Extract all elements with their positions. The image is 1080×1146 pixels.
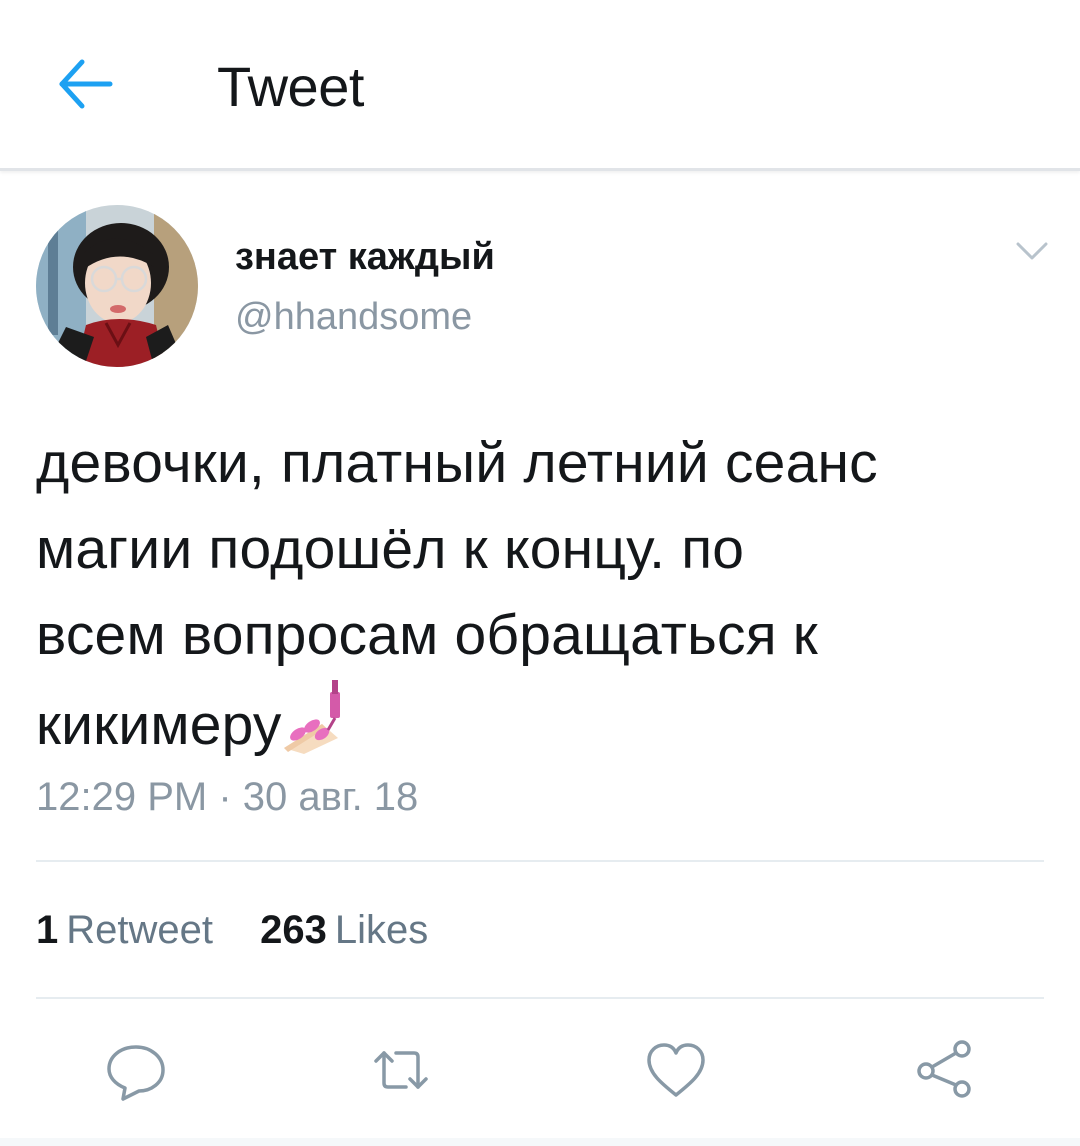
share-button[interactable] (910, 1035, 980, 1105)
tweet-text: девочки, платный летний сеанс магии подо… (36, 420, 1046, 768)
retweets-label: Retweet (66, 908, 213, 952)
share-icon (917, 1040, 971, 1098)
back-button[interactable] (52, 56, 118, 112)
bottom-edge (0, 1138, 1080, 1146)
retweet-icon (374, 1051, 428, 1089)
chevron-down-icon (1016, 242, 1048, 260)
top-bar: Tweet (0, 0, 1080, 171)
reply-icon (107, 1045, 165, 1101)
author-handle[interactable]: @hhandsome (235, 293, 472, 341)
tweet-text-content: девочки, платный летний сеанс магии подо… (36, 431, 878, 757)
page-title: Tweet (217, 55, 364, 118)
arrow-left-icon (59, 59, 113, 109)
like-button[interactable] (641, 1035, 711, 1105)
tweet-options-button[interactable] (1012, 234, 1052, 266)
retweets-stat[interactable]: 1 Retweet (36, 905, 213, 955)
likes-stat[interactable]: 263 Likes (260, 905, 428, 955)
tweet-stats: 1 Retweet 263 Likes (36, 905, 464, 955)
nail-polish-emoji (283, 680, 340, 754)
likes-label: Likes (334, 908, 429, 952)
retweets-count: 1 (36, 908, 59, 952)
author-display-name[interactable]: знает каждый (235, 234, 495, 280)
divider (36, 860, 1044, 862)
retweet-button[interactable] (366, 1035, 436, 1105)
heart-icon (647, 1043, 705, 1097)
reply-button[interactable] (101, 1035, 171, 1105)
divider (36, 997, 1044, 999)
likes-count: 263 (260, 908, 327, 952)
tweet-timestamp[interactable]: 12:29 PM · 30 авг. 18 (36, 772, 418, 822)
avatar[interactable] (36, 205, 198, 367)
